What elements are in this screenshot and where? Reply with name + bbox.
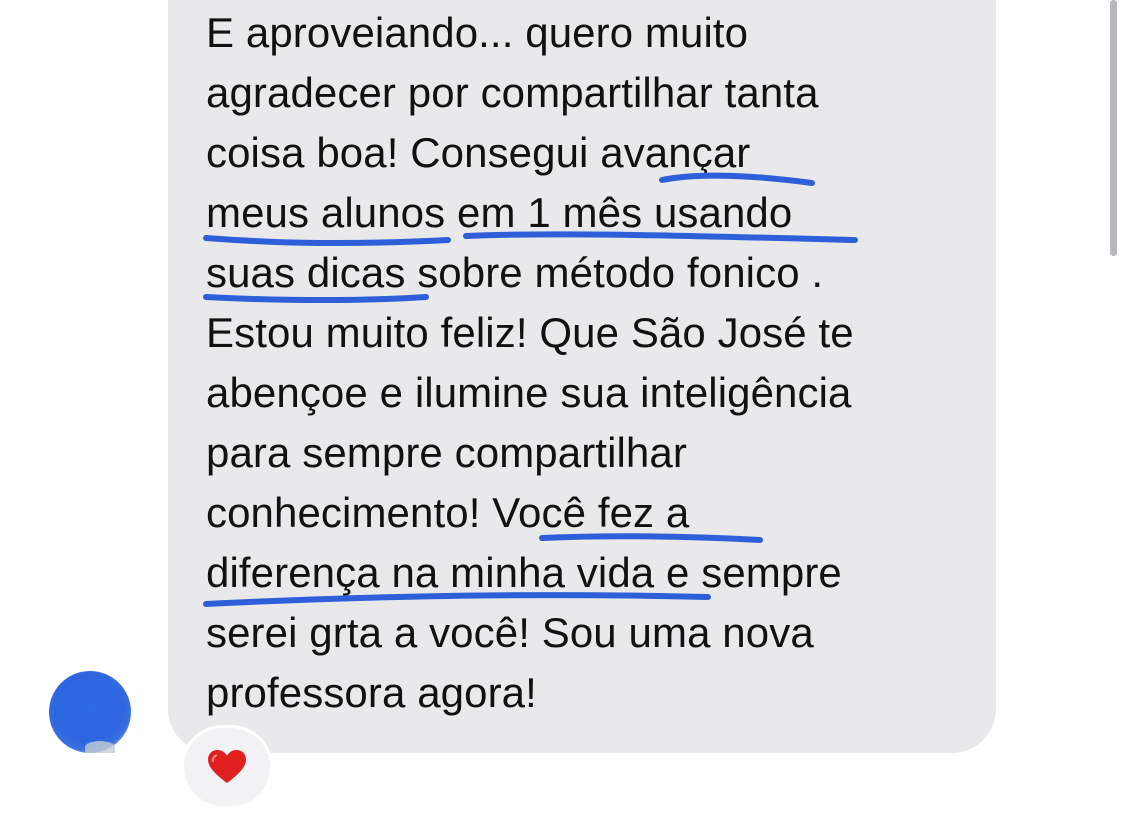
message-line: coisa boa! Consegui avançar (206, 129, 751, 176)
red-heart-icon (208, 750, 246, 783)
message-line: para sempre compartilhar (206, 429, 687, 476)
message-line: agradecer por compartilhar tanta (206, 69, 819, 116)
message-line: E aproveiando... quero muito (206, 9, 749, 56)
scrollbar[interactable] (1110, 0, 1117, 256)
reaction-badge[interactable] (184, 728, 270, 806)
message-line: diferença na minha vida e sempre (206, 549, 842, 596)
message-line: suas dicas sobre método fonico . (206, 249, 824, 296)
message-line: Estou muito feliz! Que São José te (206, 309, 854, 356)
message-line: meus alunos em 1 mês usando (206, 189, 793, 236)
avatar[interactable] (49, 671, 131, 753)
message-line: serei grta a você! Sou uma nova (206, 609, 814, 656)
message-line: professora agora! (206, 669, 537, 716)
message-line: conhecimento! Você fez a (206, 489, 690, 536)
message-line: abençoe e ilumine sua inteligência (206, 369, 852, 416)
